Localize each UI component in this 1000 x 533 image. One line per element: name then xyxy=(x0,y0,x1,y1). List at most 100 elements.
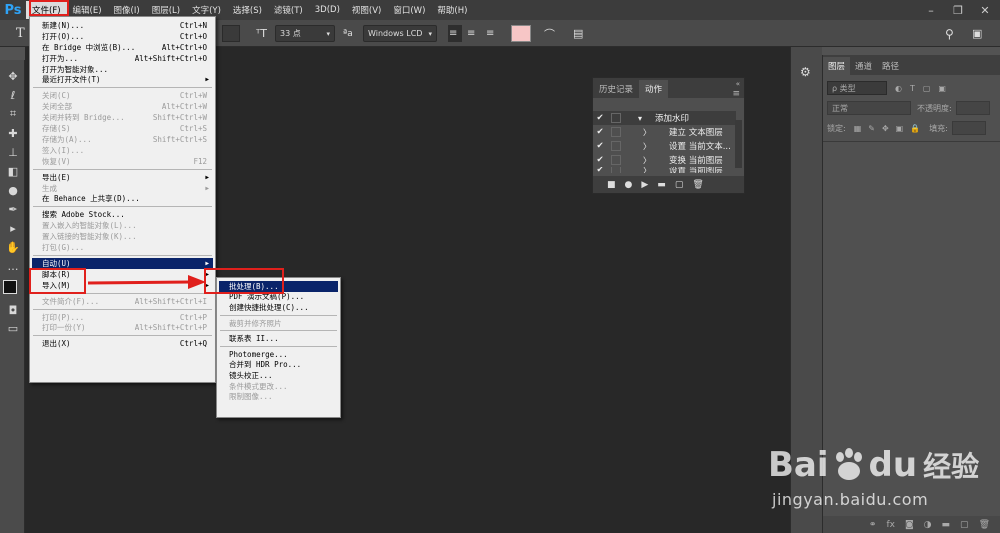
auto_submenu-item[interactable]: 批处理(B)... xyxy=(219,281,338,292)
align-left-button[interactable]: ≡ xyxy=(448,25,462,42)
foreground-color-swatch[interactable] xyxy=(3,280,17,294)
record-icon[interactable]: ● xyxy=(625,180,633,190)
file_menu-item[interactable]: 存储(S) Ctrl+S xyxy=(32,123,213,134)
file_menu-item[interactable]: 退出(X) Ctrl+Q xyxy=(32,338,213,349)
menu-help[interactable]: 帮助(H) xyxy=(431,1,473,19)
toggle-check-icon[interactable]: ✔ xyxy=(593,155,607,165)
chevron-right-icon[interactable]: 〉 xyxy=(625,141,669,152)
lock-icons[interactable]: ▦✎✥▣🔒 xyxy=(854,124,927,133)
menu-view[interactable]: 视图(V) xyxy=(346,1,387,19)
dialog-toggle[interactable] xyxy=(611,127,621,137)
file_menu-item[interactable]: 搜索 Adobe Stock... xyxy=(32,209,213,220)
file_menu-item[interactable]: 关闭并转到 Bridge... Shift+Ctrl+W xyxy=(32,112,213,123)
file_menu-item[interactable]: 生成 ▶ xyxy=(32,183,213,194)
opacity-field[interactable] xyxy=(955,101,990,115)
auto_submenu-item[interactable]: 限制图像... xyxy=(219,391,338,402)
dialog-toggle[interactable] xyxy=(611,113,621,123)
file_menu-item[interactable]: 置入嵌入的智能对象(L)... xyxy=(32,220,213,231)
action-step-row[interactable]: ✔ 〉设置 当前文本... xyxy=(593,139,736,153)
actions-scrollbar[interactable] xyxy=(735,120,742,168)
fill-field[interactable] xyxy=(951,121,986,135)
file_menu-item[interactable]: 关闭(C) Ctrl+W xyxy=(32,90,213,101)
restore-icon[interactable]: ❐ xyxy=(947,0,969,20)
align-right-button[interactable]: ≡ xyxy=(486,25,494,42)
auto_submenu-item[interactable]: 裁剪并修齐照片 xyxy=(219,318,338,329)
file_menu-item[interactable]: 打开为智能对象... xyxy=(32,64,213,75)
crop-tool-icon[interactable]: ⌗ xyxy=(4,106,22,122)
file_menu-item[interactable]: 在 Behance 上共享(D)... xyxy=(32,194,213,205)
actions-tab-1[interactable]: 动作 xyxy=(639,80,669,98)
filter-icons[interactable]: ◐T▢▣ xyxy=(895,84,954,93)
minimize-icon[interactable]: – xyxy=(920,0,942,20)
text-tool-icon[interactable]: T xyxy=(16,25,25,42)
more-tools-icon[interactable]: … xyxy=(4,258,22,274)
file_menu-item[interactable]: 存储为(A)... Shift+Ctrl+S xyxy=(32,134,213,145)
file_menu-item[interactable]: 导出(E) ▶ xyxy=(32,172,213,183)
dialog-toggle[interactable] xyxy=(611,141,621,151)
anti-alias-select[interactable]: Windows LCD ▾ xyxy=(363,25,437,42)
file_menu-item[interactable]: 在 Bridge 中浏览(B)... Alt+Ctrl+O xyxy=(32,42,213,53)
move-tool-icon[interactable]: ✥ xyxy=(4,68,22,84)
menu-filter[interactable]: 滤镜(T) xyxy=(268,1,309,19)
menu-3d[interactable]: 3D(D) xyxy=(309,1,346,19)
collapse-icon[interactable]: « xyxy=(736,80,740,88)
pen-tool-icon[interactable]: ✒ xyxy=(4,201,22,217)
warp-text-icon[interactable]: ⌒ xyxy=(544,25,555,42)
stop-icon[interactable]: ■ xyxy=(607,180,616,190)
font-size-select[interactable]: 33 点 ▾ xyxy=(275,25,335,42)
file_menu-item[interactable]: 置入链接的智能对象(K)... xyxy=(32,231,213,242)
workspace-icon[interactable]: ▣ xyxy=(972,25,982,42)
action-step-row[interactable]: ✔ 〉设置 当前图层 xyxy=(593,167,736,173)
stamp-tool-icon[interactable]: ⊥ xyxy=(4,144,22,160)
file_menu-item[interactable]: 签入(I)... xyxy=(32,145,213,156)
folder-icon[interactable]: ▬ xyxy=(657,180,666,190)
chevron-right-icon[interactable]: 〉 xyxy=(625,167,669,173)
chevron-right-icon[interactable]: 〉 xyxy=(625,155,669,166)
close-icon[interactable]: ✕ xyxy=(974,0,996,20)
layers-tab-1[interactable]: 通道 xyxy=(850,57,877,75)
properties-icon[interactable]: ⚙ xyxy=(800,65,811,79)
action-set-row[interactable]: ✔ ▾ 添加水印 xyxy=(593,111,736,125)
dialog-toggle[interactable] xyxy=(611,155,621,165)
character-panel-icon[interactable]: ▤ xyxy=(573,25,583,42)
file_menu-item[interactable]: 打开为... Alt+Shift+Ctrl+O xyxy=(32,53,213,64)
action-step-row[interactable]: ✔ 〉建立 文本图层 xyxy=(593,125,736,139)
trash-icon[interactable]: 🗑 xyxy=(692,180,703,190)
toggle-check-icon[interactable]: ✔ xyxy=(593,113,607,123)
auto_submenu-item[interactable]: 合并到 HDR Pro... xyxy=(219,360,338,371)
layers-tab-0[interactable]: 图层 xyxy=(823,57,851,75)
healing-tool-icon[interactable]: ✚ xyxy=(4,125,22,141)
text-color-swatch[interactable] xyxy=(511,25,531,42)
quick-mask-icon[interactable]: ◘ xyxy=(4,302,22,318)
file_menu-item[interactable]: 新建(N)... Ctrl+N xyxy=(32,20,213,31)
expand-icon[interactable]: ▾ xyxy=(625,114,655,123)
lasso-tool-icon[interactable]: ℓ xyxy=(4,87,22,103)
hand-tool-icon[interactable]: ✋ xyxy=(4,239,22,255)
auto_submenu-item[interactable]: PDF 演示文稿(P)... xyxy=(219,292,338,303)
panel-menu-icon[interactable]: ≡ xyxy=(732,89,740,99)
play-icon[interactable]: ▶ xyxy=(641,180,648,190)
align-center-button[interactable]: ≡ xyxy=(467,25,475,42)
auto_submenu-item[interactable]: 条件模式更改... xyxy=(219,381,338,392)
chevron-right-icon[interactable]: 〉 xyxy=(625,127,669,138)
file_menu-item[interactable]: 打开(O)... Ctrl+O xyxy=(32,31,213,42)
file_menu-item[interactable]: 打印(P)... Ctrl+P xyxy=(32,312,213,323)
auto_submenu-item[interactable]: 联系表 II... xyxy=(219,333,338,344)
toggle-check-icon[interactable]: ✔ xyxy=(593,127,607,137)
file_menu-item[interactable]: 打印一份(Y) Alt+Shift+Ctrl+P xyxy=(32,323,213,334)
actions-tab-0[interactable]: 历史记录 xyxy=(593,80,639,98)
new-action-icon[interactable]: ▢ xyxy=(675,180,684,190)
file_menu-item[interactable]: 文件简介(F)... Alt+Shift+Ctrl+I xyxy=(32,296,213,307)
toggle-check-icon[interactable]: ✔ xyxy=(593,167,607,173)
auto_submenu-item[interactable]: 镜头校正... xyxy=(219,370,338,381)
file_menu-item[interactable]: 自动(U) ▶ xyxy=(32,258,213,269)
toggle-check-icon[interactable]: ✔ xyxy=(593,141,607,151)
layers-tab-2[interactable]: 路径 xyxy=(877,57,904,75)
layer-filter-select[interactable]: ρ 类型 xyxy=(827,81,887,95)
file_menu-item[interactable]: 最近打开文件(T) ▶ xyxy=(32,75,213,86)
dialog-toggle[interactable] xyxy=(611,167,621,173)
path-select-tool-icon[interactable]: ▸ xyxy=(4,220,22,236)
auto_submenu-item[interactable]: Photomerge... xyxy=(219,349,338,360)
file_menu-item[interactable]: 打包(G)... xyxy=(32,242,213,253)
font-style-field[interactable] xyxy=(222,25,240,42)
